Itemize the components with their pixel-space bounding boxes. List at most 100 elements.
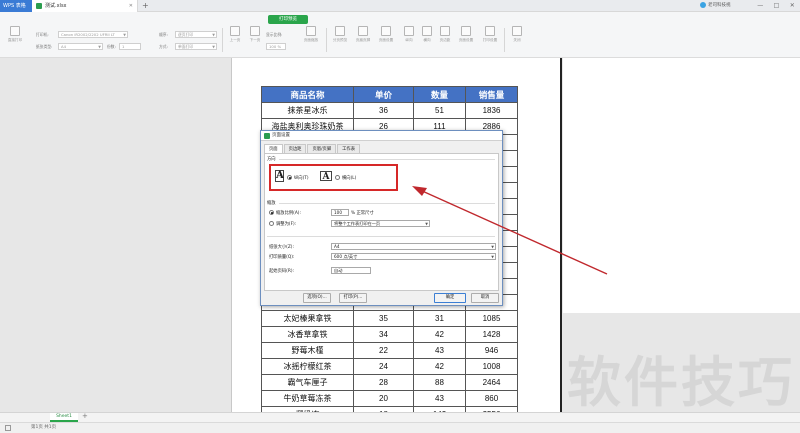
page-break-preview-button[interactable]: 分页预览 — [329, 26, 351, 43]
table-row: 冰香草拿铁 34 42 1428 — [261, 326, 518, 343]
user-name: 老司科技视 — [708, 3, 731, 8]
ok-button[interactable]: 确定 — [434, 293, 466, 303]
new-tab-button[interactable]: + — [142, 0, 149, 12]
fit-to-page-radio[interactable] — [269, 221, 274, 226]
first-page-number-value: 自动 — [334, 268, 343, 273]
copies-stepper[interactable]: 1 — [119, 43, 141, 50]
paper-size-value: A4 — [334, 244, 340, 249]
portrait-icon — [404, 26, 414, 36]
table-cell: 35 — [353, 310, 414, 327]
print-preview-mode-label: 打印预览 — [268, 15, 308, 24]
print-button[interactable]: 打印(P)... — [339, 293, 367, 303]
chevron-down-icon: ▼ — [123, 33, 126, 37]
toolbar-right-label-3: 纵向 — [405, 38, 413, 42]
section-divider — [279, 159, 495, 160]
table-cell: 抹茶星冰乐 — [261, 102, 354, 119]
zoom-input[interactable]: 100 % — [266, 43, 286, 50]
table-row: 野莓木槿 22 43 946 — [261, 342, 518, 359]
wps-app-label: WPS 表格 — [3, 3, 26, 9]
header-footer-button[interactable]: 页眉页脚 — [352, 26, 374, 43]
next-page-icon — [250, 26, 260, 36]
prev-page-button[interactable]: 上一页 — [224, 26, 246, 43]
order-select[interactable]: 逐页打印 ▼ — [175, 31, 217, 38]
section-divider — [267, 236, 495, 237]
first-page-number-input[interactable]: 自动 — [331, 267, 371, 274]
options-button[interactable]: 选项(O)... — [303, 293, 331, 303]
fit-to-page-select[interactable]: 将整个工作表打印在一页 ▼ — [331, 220, 430, 227]
table-cell: 24 — [353, 358, 414, 375]
table-header-row: 商品名称 单价 数量 销售量 — [261, 86, 518, 103]
margins-button[interactable]: 页边距 — [434, 26, 456, 43]
scale-adjust-radio[interactable] — [269, 210, 274, 215]
wps-app-tab[interactable]: WPS 表格 — [0, 0, 32, 12]
paper-type-value: A4 — [61, 44, 67, 49]
print-mode-select[interactable]: 单面打印 ▼ — [175, 43, 217, 50]
tab-margins[interactable]: 页边距 — [283, 144, 307, 153]
toolbar-right-label-6: 页面设置 — [458, 38, 474, 42]
window-controls: — □ ✕ — [752, 0, 800, 12]
print-settings-button[interactable]: 打印设置 — [479, 26, 501, 43]
toolbar-right-label-0: 分页预览 — [332, 38, 348, 42]
spreadsheet-file-icon — [36, 3, 42, 9]
zoom-label: 显示比例: — [266, 32, 283, 37]
toolbar-right-label-1: 页眉页脚 — [355, 38, 371, 42]
table-cell: 31 — [413, 310, 466, 327]
minimize-icon[interactable]: — — [757, 0, 763, 12]
cancel-button[interactable]: 取消 — [471, 293, 499, 303]
print-quality-value: 600 点/英寸 — [334, 254, 358, 259]
table-cell: 2464 — [465, 374, 518, 391]
tab-worksheet[interactable]: 工作表 — [337, 144, 361, 153]
printer-select[interactable]: Canon iR2002/2202 UFRII LT ▼ — [58, 31, 128, 38]
scale-percent-input[interactable]: 100 — [331, 209, 349, 216]
next-page-button[interactable]: 下一页 — [244, 26, 266, 43]
paper-type-label: 纸张类型: — [36, 44, 53, 49]
print-settings-icon — [485, 26, 495, 36]
close-preview-button[interactable]: 关闭 — [506, 26, 528, 43]
page-setup-button[interactable]: 页面设置 — [375, 26, 397, 43]
tab-header-footer[interactable]: 页眉/页脚 — [307, 144, 337, 153]
table-cell: 1836 — [465, 102, 518, 119]
sheet-tab-bar: Sheet1 + — [0, 412, 800, 422]
add-sheet-button[interactable]: + — [82, 412, 88, 420]
toolbar-right-label-4: 横向 — [423, 38, 431, 42]
table-cell: 36 — [353, 102, 414, 119]
user-account[interactable]: 老司科技视 — [700, 0, 731, 12]
title-bar: WPS 表格 测试.xlsx ✕ + 老司科技视 — □ ✕ — [0, 0, 800, 12]
maximize-icon[interactable]: □ — [774, 0, 780, 12]
chevron-down-icon: ▼ — [212, 33, 215, 37]
file-tab[interactable]: 测试.xlsx ✕ — [32, 0, 138, 12]
landscape-icon — [422, 26, 432, 36]
page-settings-button[interactable]: 页面设置 — [455, 26, 477, 43]
print-quality-select[interactable]: 600 点/英寸 ▼ — [331, 253, 496, 260]
toolbar-right-label-2: 页面设置 — [378, 38, 394, 42]
dialog-title: 页面设置 — [272, 133, 290, 138]
column-header: 销售量 — [465, 86, 518, 103]
print-mode-label: 方式: — [159, 44, 168, 49]
toolbar-right-label-7: 打印设置 — [482, 38, 498, 42]
column-header: 单价 — [353, 86, 414, 103]
fit-to-page-label: 调整为(F): — [276, 222, 297, 227]
chevron-down-icon: ▼ — [491, 255, 494, 259]
close-window-icon[interactable]: ✕ — [790, 0, 795, 12]
zoom-value: 100 % — [269, 44, 282, 49]
toolbar-divider — [504, 28, 505, 52]
close-tab-icon[interactable]: ✕ — [129, 0, 133, 12]
tab-page[interactable]: 页面 — [264, 144, 283, 153]
sheet-status-icon — [5, 425, 11, 431]
dialog-tabs: 页面 页边距 页眉/页脚 工作表 — [264, 144, 361, 153]
table-cell: 22 — [353, 342, 414, 359]
first-page-number-label: 起始页码(R): — [269, 269, 294, 274]
sheet-tab[interactable]: Sheet1 — [50, 413, 78, 422]
table-cell: 1085 — [465, 310, 518, 327]
paper-type-select[interactable]: A4 ▼ — [58, 43, 103, 50]
direct-print-button[interactable]: 直接打印 — [4, 26, 26, 43]
table-cell: 冰香草拿铁 — [261, 326, 354, 343]
scale-percent-suffix: % 正常尺寸 — [351, 211, 374, 216]
table-cell: 1428 — [465, 326, 518, 343]
paper-size-select[interactable]: A4 ▼ — [331, 243, 496, 250]
dialog-title-bar[interactable]: 页面设置 — [261, 131, 502, 141]
page-zoom-button[interactable]: 页面缩放 — [300, 26, 322, 43]
next-page-label: 下一页 — [249, 38, 261, 42]
table-row: 太妃榛果拿铁 35 31 1085 — [261, 310, 518, 327]
table-cell: 霸气车厘子 — [261, 374, 354, 391]
